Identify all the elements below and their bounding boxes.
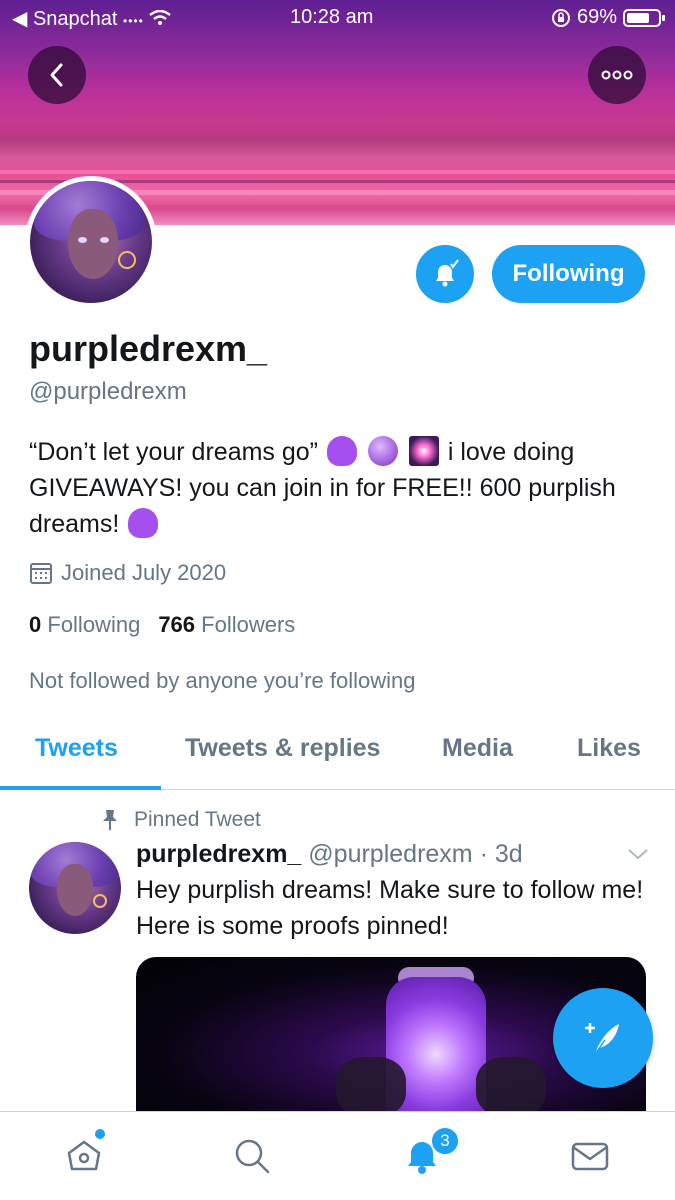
tab-tweets[interactable]: Tweets	[35, 734, 118, 763]
clock: 10:28 am	[290, 6, 374, 28]
tab-media[interactable]: Media	[442, 734, 513, 763]
active-tab-indicator	[0, 786, 161, 790]
crystal-ball-icon	[367, 436, 398, 466]
profile-bio: “Don’t let your dreams go” i love doing …	[29, 434, 649, 542]
joined-label: Joined July 2020	[61, 560, 227, 585]
compose-tweet-button[interactable]	[553, 988, 653, 1088]
nav-search[interactable]	[230, 1134, 274, 1178]
search-icon	[235, 1139, 270, 1174]
battery-icon	[623, 8, 665, 27]
notifications-toggle-button[interactable]	[416, 245, 474, 303]
tweet-author-name[interactable]: purpledrexm_	[136, 840, 301, 868]
back-to-app[interactable]: ◀ Snapchat ••••	[12, 6, 172, 31]
notification-badge: 3	[430, 1126, 460, 1156]
compose-feather-icon	[585, 1023, 619, 1055]
home-icon	[67, 1140, 101, 1171]
chevron-left-icon	[50, 63, 63, 87]
status-bar: ◀ Snapchat •••• 10:28 am 69%	[0, 0, 675, 36]
sparkler-icon	[408, 436, 439, 466]
battery-percent: 69%	[576, 6, 617, 28]
signal-icon: ••••	[123, 14, 144, 28]
more-dots-icon	[601, 70, 633, 80]
tweet-text: Hey purplish dreams! Make sure to follow…	[136, 876, 644, 940]
rotation-lock-icon	[551, 8, 570, 27]
mail-icon	[571, 1142, 609, 1171]
chevron-down-icon[interactable]	[626, 846, 650, 862]
not-followed-notice: Not followed by anyone you’re following	[29, 668, 416, 693]
profile-tabs: Tweets Tweets & replies Media Likes	[0, 718, 675, 790]
home-unread-dot	[95, 1129, 105, 1139]
back-app-label: Snapchat	[32, 8, 118, 30]
following-count-link[interactable]: 0 Following	[29, 612, 140, 638]
tab-likes[interactable]: Likes	[577, 734, 641, 763]
pinned-tweet-label: Pinned Tweet	[100, 808, 261, 832]
follow-counts: 0 Following 766 Followers	[29, 612, 295, 638]
pin-icon	[103, 810, 117, 830]
profile-display-name: purpledrexm_	[29, 328, 268, 369]
back-arrow-icon: ◀	[12, 8, 28, 30]
followers-count-link[interactable]: 766 Followers	[158, 612, 295, 638]
nav-messages[interactable]	[568, 1134, 612, 1178]
tab-tweets-and-replies[interactable]: Tweets & replies	[185, 734, 380, 763]
joined-date: Joined July 2020	[29, 560, 226, 586]
bell-check-icon	[436, 259, 459, 287]
tweet-author-handle: @purpledrexm	[308, 840, 473, 868]
nav-home[interactable]	[62, 1134, 106, 1178]
calendar-icon	[30, 563, 52, 584]
bottom-nav: 3	[0, 1111, 675, 1200]
purple-heart-icon	[326, 436, 357, 466]
tweet-header: purpledrexm_ @purpledrexm · 3d	[136, 840, 523, 869]
profile-handle: @purpledrexm	[29, 378, 187, 405]
tweet-author-avatar[interactable]	[29, 842, 121, 934]
more-options-button[interactable]	[588, 46, 646, 104]
profile-avatar[interactable]	[25, 176, 157, 308]
back-button[interactable]	[28, 46, 86, 104]
following-button[interactable]: Following	[492, 245, 645, 303]
bio-quote: “Don’t let your dreams go”	[29, 438, 319, 466]
purple-heart-icon	[128, 508, 159, 538]
tweet-time: · 3d	[479, 840, 523, 868]
wifi-icon	[149, 9, 172, 25]
